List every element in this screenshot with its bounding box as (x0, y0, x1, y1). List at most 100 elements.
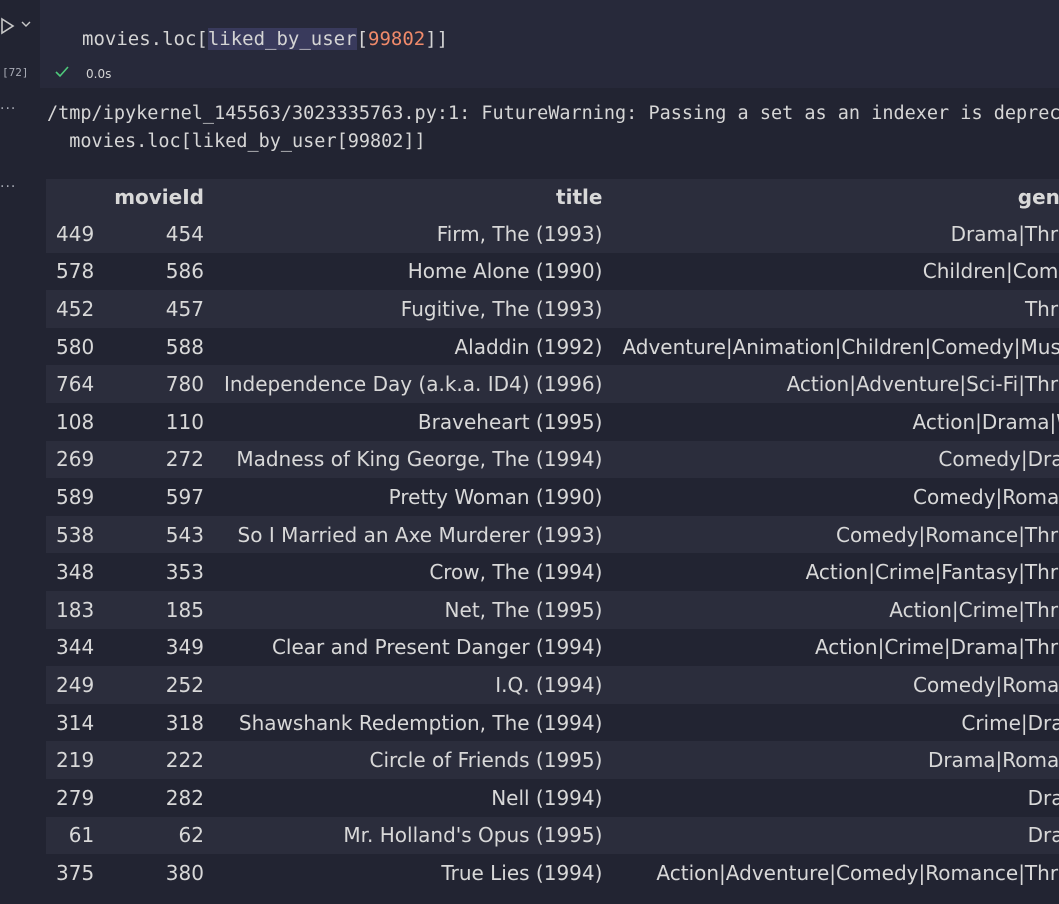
title-cell: Aladdin (1992) (213, 327, 613, 366)
code-token: movies.loc[ (82, 28, 208, 50)
row-index-cell: 578 (46, 252, 105, 291)
title-cell: Clear and Present Danger (1994) (213, 628, 613, 667)
title-cell: Circle of Friends (1995) (213, 741, 613, 779)
movieid-cell: 588 (104, 327, 214, 366)
code-cell[interactable]: movies.loc[liked_by_user[99802]] 0.0s (40, 0, 1059, 88)
title-cell: Crow, The (1994) (213, 553, 613, 591)
genres-cell: Drama (612, 816, 1059, 855)
column-header-title: title (213, 179, 613, 215)
code-token: [ (356, 28, 369, 50)
table-header-row: movieId title genres (46, 179, 1059, 215)
table-row: 580 588 Aladdin (1992) Adventure|Animation|… (46, 327, 1059, 366)
row-index-cell: 348 (46, 553, 105, 591)
output-menu-ellipsis[interactable]: ... (0, 97, 16, 113)
code-token-highlighted: liked_by_user (207, 28, 357, 50)
title-cell: So I Married an Axe Murderer (1993) (213, 515, 613, 554)
title-cell: Nell (1994) (213, 778, 613, 817)
movieid-cell: 457 (104, 290, 214, 328)
chevron-down-icon[interactable] (20, 18, 32, 30)
row-index-cell: 183 (46, 590, 105, 629)
table-row: 375 380 True Lies (1994) Action|Adventure|C… (46, 854, 1059, 892)
row-index-cell: 589 (46, 478, 105, 516)
movieid-cell: 110 (104, 402, 214, 441)
genres-cell: Comedy|Romance (612, 478, 1059, 516)
genres-cell: Action|Adventure|Sci-Fi|Thriller (612, 365, 1059, 403)
title-cell: True Lies (1994) (213, 854, 613, 892)
genres-cell: Adventure|Animation|Children|Comedy|Musi… (612, 327, 1059, 366)
row-index-cell: 764 (46, 365, 105, 403)
row-index-cell: 580 (46, 327, 105, 366)
movieid-cell: 597 (104, 478, 214, 516)
movieid-cell: 62 (104, 816, 214, 855)
genres-cell: Children|Comedy (612, 252, 1059, 291)
movieid-cell: 252 (104, 666, 214, 704)
row-index-cell: 375 (46, 854, 105, 892)
title-cell: Firm, The (1993) (213, 215, 613, 253)
table-row: 249252I.Q. (1994)Comedy|Romance (46, 666, 1059, 704)
genres-cell: Action|Adventure|Comedy|Romance|Thriller (612, 854, 1059, 892)
table-row: 183185Net, The (1995)Action|Crime|Thrill… (46, 590, 1059, 629)
genres-cell: Comedy|Drama (612, 440, 1059, 479)
movieid-cell: 185 (104, 590, 214, 629)
movieid-cell: 222 (104, 741, 214, 779)
checkmark-icon (55, 66, 69, 78)
title-cell: Independence Day (a.k.a. ID4) (1996) (213, 365, 613, 403)
table-row: 449454Firm, The (1993)Drama|Thriller (46, 215, 1059, 253)
output-menu-ellipsis[interactable]: ... (0, 175, 16, 191)
row-index-cell: 249 (46, 666, 105, 704)
execution-time: 0.0s (86, 67, 112, 81)
table-row: 279282Nell (1994)Drama (46, 778, 1059, 817)
genres-cell: Action|Crime|Thriller (612, 590, 1059, 629)
genres-cell: Drama|Romance (612, 741, 1059, 779)
row-index-cell: 344 (46, 628, 105, 667)
code-editor-line[interactable]: movies.loc[liked_by_user[99802]] (82, 28, 448, 50)
title-cell: Home Alone (1990) (213, 252, 613, 291)
code-token: ]] (425, 28, 449, 50)
movieid-cell: 282 (104, 778, 214, 817)
movieid-cell: 272 (104, 440, 214, 479)
genres-cell: Action|Crime|Fantasy|Thriller (612, 553, 1059, 591)
table-row: 269 272 Madness of King George, The (1994)… (46, 440, 1059, 479)
row-index-cell: 538 (46, 515, 105, 554)
movieid-cell: 318 (104, 703, 214, 742)
row-index-cell: 108 (46, 402, 105, 441)
row-index-cell: 452 (46, 290, 105, 328)
movieid-cell: 349 (104, 628, 214, 667)
genres-cell: Comedy|Romance (612, 666, 1059, 704)
column-header-genres: genres (612, 179, 1059, 215)
genres-cell: Drama|Thriller (612, 215, 1059, 253)
movieid-cell: 454 (104, 215, 214, 253)
table-row: 764 780 Independence Day (a.k.a. ID4) (199… (46, 365, 1059, 403)
table-row: 452457Fugitive, The (1993)Thriller (46, 290, 1059, 328)
title-cell: Braveheart (1995) (213, 402, 613, 441)
column-header-movieid: movieId (104, 179, 214, 215)
cell-gutter: [72] ... ... (0, 0, 40, 904)
table-row: 314 318 Shawshank Redemption, The (1994) Cr… (46, 703, 1059, 742)
title-cell: Madness of King George, The (1994) (213, 440, 613, 479)
table-row: 578586Home Alone (1990)Children|Comedy (46, 252, 1059, 291)
genres-cell: Comedy|Romance|Thriller (612, 515, 1059, 554)
genres-cell: Crime|Drama (612, 703, 1059, 742)
table-row: 348 353 Crow, The (1994) Action|Crime|Fanta… (46, 553, 1059, 591)
row-index-cell: 314 (46, 703, 105, 742)
warning-line: movies.loc[liked_by_user[99802]] (47, 131, 426, 152)
table-row: 589597Pretty Woman (1990)Comedy|Romance (46, 478, 1059, 516)
genres-cell: Action|Drama|War (612, 402, 1059, 441)
title-cell: Net, The (1995) (213, 590, 613, 629)
table-row: 344 349 Clear and Present Danger (1994) Act… (46, 628, 1059, 667)
run-cell-icon[interactable] (0, 16, 16, 36)
row-index-cell: 279 (46, 778, 105, 817)
genres-cell: Thriller (612, 290, 1059, 328)
execution-count: [72] (2, 66, 29, 79)
genres-cell: Action|Crime|Drama|Thriller (612, 628, 1059, 667)
title-cell: I.Q. (1994) (213, 666, 613, 704)
title-cell: Mr. Holland's Opus (1995) (213, 816, 613, 855)
row-index-cell: 269 (46, 440, 105, 479)
warning-output: /tmp/ipykernel_145563/3023335763.py:1: F… (47, 100, 1059, 156)
table-row: 219 222 Circle of Friends (1995) Drama|Roma… (46, 741, 1059, 779)
dataframe-table: movieId title genres 449454Firm, The (19… (46, 179, 1059, 892)
movieid-cell: 586 (104, 252, 214, 291)
movieid-cell: 780 (104, 365, 214, 403)
table-row: 6162Mr. Holland's Opus (1995)Drama (46, 816, 1059, 855)
movieid-cell: 543 (104, 515, 214, 554)
